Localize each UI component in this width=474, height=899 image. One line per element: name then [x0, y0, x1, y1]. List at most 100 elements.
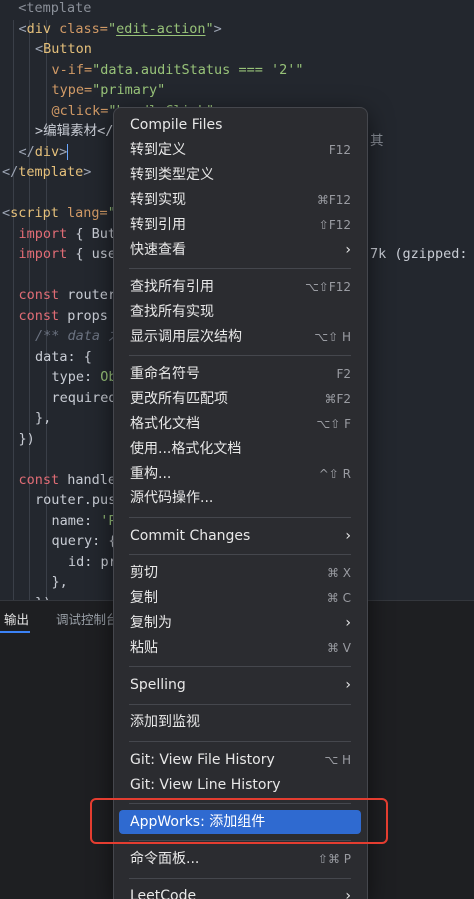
menu-item-item-0-3[interactable]: 转到实现 ⌘F12 — [119, 188, 361, 212]
tab-output[interactable]: 输出 — [4, 609, 29, 628]
menu-separator — [129, 355, 351, 357]
menu-item-git-view-file-history-7-0[interactable]: Git: View File History ⌥ H — [119, 748, 361, 772]
menu-item-item-1-0[interactable]: 查找所有引用 ⌥⇧F12 — [119, 275, 361, 299]
menu-item-shortcut: ⇧F12 — [318, 217, 351, 232]
code-line: </div> — [19, 142, 69, 162]
chevron-right-icon: › — [345, 527, 351, 544]
code-token: { But — [67, 225, 117, 242]
menu-item-shortcut: F2 — [336, 366, 351, 381]
code-fragment: 7k (gzipped: 1 — [370, 246, 474, 262]
menu-item-shortcut: ⌘ V — [326, 640, 351, 655]
code-line: >编辑素材</ — [35, 121, 113, 141]
code-token: router — [59, 287, 117, 303]
menu-separator — [129, 877, 351, 879]
code-token: /** data 为 — [35, 328, 122, 344]
menu-item-shortcut: ⌥⇧ H — [314, 329, 351, 344]
code-token: "data.auditStatus === '2'" — [92, 61, 304, 78]
menu-item-label: 显示调用层次结构 — [130, 328, 242, 345]
menu-item-label: 使用...格式化文档 — [130, 440, 242, 457]
menu-separator — [129, 666, 351, 668]
indent-guide — [12, 20, 14, 600]
code-token: required — [51, 389, 117, 406]
code-token: class= — [51, 20, 108, 37]
menu-item-shortcut: ⇧⌘ P — [317, 852, 351, 867]
menu-item-commit-changes-3-0[interactable]: Commit Changes › — [119, 524, 361, 548]
menu-item-label: 复制为 — [130, 614, 172, 631]
code-line: const handle — [19, 470, 117, 490]
chevron-right-icon: › — [345, 888, 351, 899]
code-token: template — [18, 164, 84, 180]
code-token: " — [107, 20, 117, 37]
menu-item-label: Commit Changes — [130, 527, 251, 544]
code-token: const — [18, 287, 60, 303]
menu-item-compile-files-0-0[interactable]: Compile Files — [119, 113, 361, 137]
code-line: type="primary" — [52, 80, 166, 100]
code-line: import { use — [19, 244, 117, 264]
code-token: import — [18, 225, 68, 242]
code-token: data: { — [35, 348, 92, 365]
code-line: v-if="data.auditStatus === '2'" — [52, 60, 304, 80]
menu-item-item-4-3[interactable]: 粘贴 ⌘ V — [119, 636, 361, 660]
menu-item-item-2-2[interactable]: 格式化文档 ⌥⇧ F — [119, 412, 361, 436]
menu-item-leetcode-10-0[interactable]: LeetCode › — [119, 884, 361, 899]
menu-item-item-2-0[interactable]: 重命名符号 F2 — [119, 362, 361, 386]
tab-debug-console[interactable]: 调试控制台 — [56, 609, 119, 628]
code-token: >编辑素材</ — [35, 123, 114, 139]
menu-item-item-2-1[interactable]: 更改所有匹配项 ⌘F2 — [119, 387, 361, 411]
code-token: script — [10, 205, 59, 221]
menu-item-label: 复制 — [130, 589, 158, 606]
menu-item-label: Git: View Line History — [130, 776, 281, 793]
code-line: query: { — [52, 531, 117, 551]
menu-item-label: 转到定义 — [130, 141, 186, 158]
menu-item-item-0-5[interactable]: 快速查看 › — [119, 238, 361, 262]
menu-item-item-0-2[interactable]: 转到类型定义 — [119, 163, 361, 187]
menu-item-label: 粘贴 — [130, 639, 158, 656]
chevron-right-icon: › — [345, 241, 351, 258]
menu-item-label: 查找所有引用 — [130, 278, 214, 295]
code-token: router.pus — [35, 492, 117, 508]
code-token: div — [26, 20, 52, 37]
menu-item-label: 转到实现 — [130, 191, 186, 208]
code-token: lang= — [58, 205, 108, 221]
menu-item-shortcut: ⌘F2 — [324, 391, 351, 406]
menu-item-item-0-4[interactable]: 转到引用 ⇧F12 — [119, 213, 361, 237]
code-line: }, — [52, 572, 68, 592]
context-menu: Compile Files 转到定义 F12 转到类型定义转到实现 ⌘F12 转到引用 ⇧F… — [113, 107, 368, 899]
code-line: <div class="edit-action"> — [19, 19, 222, 39]
menu-item-shortcut: ⌥ H — [324, 752, 351, 767]
code-token: div — [34, 143, 60, 160]
code-token: }, — [35, 410, 52, 426]
menu-item-spelling-5-0[interactable]: Spelling › — [119, 673, 361, 697]
menu-item-item-4-2[interactable]: 复制为 › — [119, 611, 361, 635]
code-token: v-if= — [51, 61, 93, 78]
menu-item-label: 更改所有匹配项 — [130, 390, 228, 407]
menu-item-item-4-1[interactable]: 复制 ⌘ C — [119, 586, 361, 610]
menu-item-git-view-line-history-7-1[interactable]: Git: View Line History — [119, 773, 361, 797]
menu-item-label: 重命名符号 — [130, 365, 200, 382]
active-tab-indicator — [0, 631, 30, 633]
code-token: < — [18, 20, 27, 37]
menu-item-shortcut: ⌘F12 — [316, 192, 351, 207]
code-line: <Button — [35, 39, 92, 59]
menu-item-item-1-1[interactable]: 查找所有实现 — [119, 300, 361, 324]
menu-item-label: 转到引用 — [130, 216, 186, 233]
code-token: }, — [51, 574, 68, 590]
menu-item-item-6-0[interactable]: 添加到监视 — [119, 710, 361, 734]
menu-item-item-0-1[interactable]: 转到定义 F12 — [119, 138, 361, 162]
annotation-highlight-box — [90, 798, 388, 844]
code-token: > — [213, 20, 222, 37]
menu-item-label: LeetCode — [130, 888, 197, 899]
code-line: type: Ob — [52, 367, 117, 387]
menu-separator — [129, 554, 351, 556]
menu-item-item-2-5[interactable]: 源代码操作... — [119, 486, 361, 510]
menu-item-item-4-0[interactable]: 剪切 ⌘ X — [119, 561, 361, 585]
code-token: <template — [2, 0, 92, 16]
code-line: <template — [2, 0, 91, 18]
menu-item-item-2-4[interactable]: 重构... ^⇧ R — [119, 462, 361, 486]
menu-item-label: Git: View File History — [130, 751, 275, 768]
code-token: import — [18, 246, 68, 262]
menu-item-item-2-3[interactable]: 使用...格式化文档 — [119, 437, 361, 461]
menu-item-item-1-2[interactable]: 显示调用层次结构 ⌥⇧ H — [119, 325, 361, 349]
menu-item-item-9-0[interactable]: 命令面板... ⇧⌘ P — [119, 847, 361, 871]
text-cursor — [67, 143, 69, 160]
